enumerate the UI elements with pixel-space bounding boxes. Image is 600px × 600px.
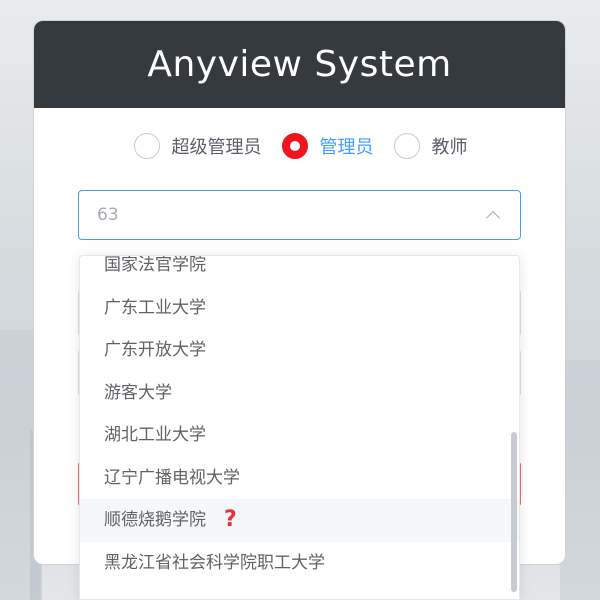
list-item-label: 广东开放大学 (104, 340, 206, 360)
background-building (560, 360, 600, 600)
role-option-super-admin[interactable]: 超级管理员 (133, 133, 262, 159)
school-select[interactable]: 63 (78, 190, 521, 240)
role-option-teacher[interactable]: 教师 (393, 133, 468, 159)
list-item[interactable]: 广东工业大学 (80, 287, 519, 330)
list-item-label: 游客大学 (104, 382, 172, 403)
list-item[interactable]: 湖北工业大学 (80, 414, 519, 457)
school-dropdown: 国家法官学院 广东工业大学 广东开放大学 游客大学 湖北工业大学 辽宁广播电视大… (79, 255, 520, 600)
list-item-label: 顺德烧鹅学院 (104, 510, 206, 530)
role-option-admin[interactable]: 管理员 (281, 133, 374, 159)
list-item[interactable]: 黑龙江省社会科学院职工大学 (80, 542, 519, 585)
list-item-label: 湖北工业大学 (104, 425, 206, 445)
radio-button-checked[interactable] (281, 133, 308, 159)
list-item[interactable]: 广东开放大学 (80, 329, 519, 372)
list-item[interactable]: 游客大学 (80, 372, 519, 415)
page-title: Anyview System (147, 44, 452, 85)
list-item-hovered[interactable]: 顺德烧鹅学院? (80, 499, 519, 542)
card-header: Anyview System (34, 21, 565, 108)
chevron-up-icon (485, 210, 501, 226)
radio-button[interactable] (133, 133, 160, 159)
list-item[interactable]: 辽宁广播电视大学 (80, 457, 519, 500)
dropdown-scrollbar[interactable] (511, 432, 517, 592)
role-radio-group: 超级管理员 管理员 教师 (34, 133, 565, 159)
role-label: 管理员 (319, 137, 374, 158)
role-label: 教师 (431, 137, 468, 158)
list-item-label: 辽宁广播电视大学 (104, 467, 240, 488)
role-label: 超级管理员 (171, 137, 262, 158)
school-select-value: 63 (97, 205, 119, 225)
list-item-label: 广东工业大学 (104, 297, 206, 318)
list-item[interactable]: 国家法官学院 (80, 255, 519, 287)
school-list: 国家法官学院 广东工业大学 广东开放大学 游客大学 湖北工业大学 辽宁广播电视大… (80, 255, 519, 585)
radio-button[interactable] (393, 133, 420, 159)
list-item-label: 黑龙江省社会科学院职工大学 (104, 552, 325, 573)
question-mark-icon: ? (224, 507, 237, 532)
list-item-label: 国家法官学院 (104, 255, 206, 275)
